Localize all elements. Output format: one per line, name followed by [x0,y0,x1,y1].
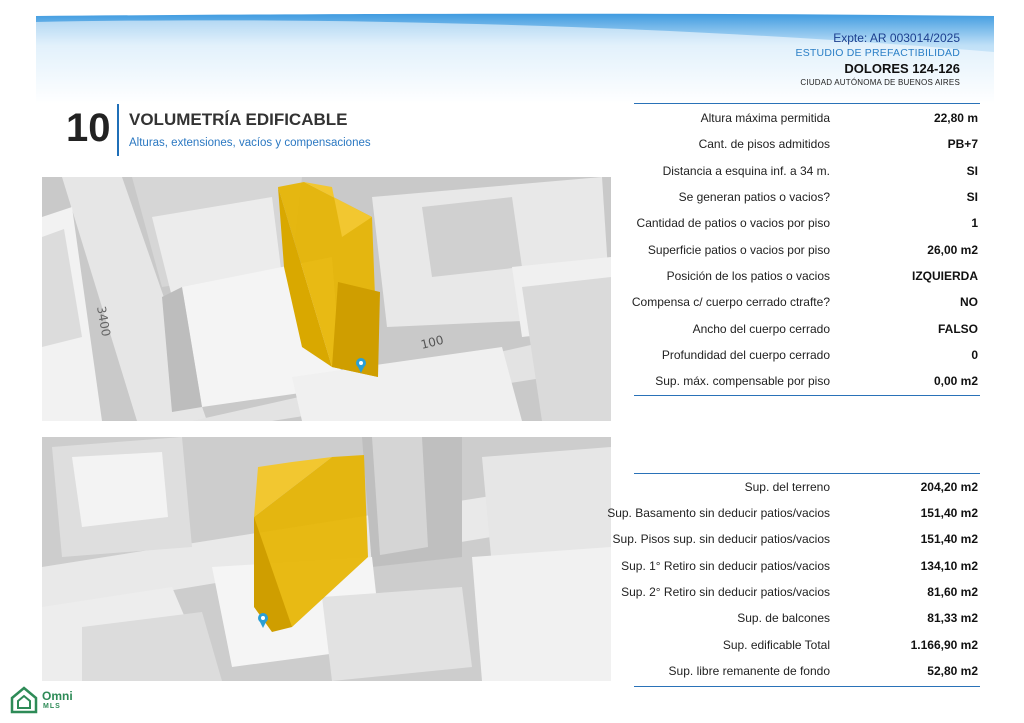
row-value: NO [960,295,978,309]
table-row: Cant. de pisos admitidos PB+7 [634,131,980,157]
table-row: Ancho del cuerpo cerrado FALSO [634,316,980,342]
row-label: Sup. de balcones [737,611,830,625]
row-value: 52,80 m2 [927,664,978,678]
row-value: 1.166,90 m2 [910,638,978,652]
table-row: Sup. 1° Retiro sin deducir patios/vacios… [621,553,980,579]
row-value: SI [966,164,978,178]
row-label: Distancia a esquina inf. a 34 m. [662,164,830,178]
row-value: 81,60 m2 [927,585,978,599]
table-row: Compensa c/ cuerpo cerrado ctrafte? NO [631,289,980,315]
row-label: Posición de los patios o vacios [666,269,830,283]
row-value: SI [966,190,978,204]
section-number: 10 [66,106,111,150]
study-type: ESTUDIO DE PREFACTIBILIDAD [795,47,960,60]
row-label: Sup. del terreno [744,480,830,494]
logo-subtext: MLS [43,703,61,710]
row-label: Sup. 2° Retiro sin deducir patios/vacios [621,585,830,599]
table-row: Sup. Pisos sup. sin deducir patios/vacio… [613,526,980,552]
table-row: Cantidad de patios o vacios por piso 1 [634,210,980,236]
row-value: 26,00 m2 [927,243,978,257]
row-label: Sup. libre remanente de fondo [668,664,830,678]
row-label: Cant. de pisos admitidos [698,137,830,151]
table-row: Superficie patios o vacios por piso 26,0… [634,237,980,263]
table-row: Posición de los patios o vacios IZQUIERD… [634,263,980,289]
table-row: Sup. edificable Total 1.166,90 m2 [634,632,980,658]
row-value: 151,40 m2 [920,532,978,546]
table-row: Distancia a esquina inf. a 34 m. SI [634,158,980,184]
surface-areas-table: Sup. del terreno 204,20 m2 Sup. Basament… [607,473,980,687]
table-row: Sup. del terreno 204,20 m2 [634,474,980,500]
row-label: Ancho del cuerpo cerrado [692,322,830,336]
row-label: Sup. 1° Retiro sin deducir patios/vacios [621,559,830,573]
city-name: CIUDAD AUTÓNOMA DE BUENOS AIRES [800,77,960,87]
table-row: Se generan patios o vacios? SI [634,184,980,210]
row-value: PB+7 [947,137,978,151]
row-label: Profundidad del cuerpo cerrado [661,348,830,362]
table-row: Sup. de balcones 81,33 m2 [634,605,980,631]
expediente-number: Expte: AR 003014/2025 [833,31,960,45]
row-value: 1 [971,216,978,230]
row-label: Sup. Pisos sup. sin deducir patios/vacio… [612,532,830,546]
height-parameters-table: Altura máxima permitida 22,80 m Cant. de… [631,103,980,396]
property-address: DOLORES 124-126 [844,61,960,77]
row-label: Altura máxima permitida [700,111,830,125]
row-label: Compensa c/ cuerpo cerrado ctrafte? [631,295,830,309]
table-row: Sup. libre remanente de fondo 52,80 m2 [634,658,980,684]
row-value: FALSO [937,322,978,336]
row-value: 0,00 m2 [933,374,978,388]
row-value: 134,10 m2 [920,559,978,573]
header-band: Expte: AR 003014/2025 ESTUDIO DE PREFACT… [36,12,994,104]
section-subtitle: Alturas, extensiones, vacíos y compensac… [129,137,371,149]
logo-word: Omni [42,689,73,703]
row-label: Se generan patios o vacios? [678,190,830,204]
section-divider [117,104,119,156]
row-label: Cantidad de patios o vacios por piso [636,216,830,230]
table-row: Sup. máx. compensable por piso 0,00 m2 [634,368,980,394]
table-row: Sup. 2° Retiro sin deducir patios/vacios… [621,579,980,605]
omni-mls-logo: Omni MLS [10,685,100,717]
volumetry-map-bottom [42,437,611,681]
table-row: Profundidad del cuerpo cerrado 0 [634,342,980,368]
header-text: Expte: AR 003014/2025 ESTUDIO DE PREFACT… [796,30,960,89]
row-value: 151,40 m2 [920,506,978,520]
house-logo-icon [10,686,38,714]
table-row: Altura máxima permitida 22,80 m [634,105,980,131]
row-value: IZQUIERDA [912,269,978,283]
row-label: Sup. máx. compensable por piso [655,374,830,388]
section-title: VOLUMETRÍA EDIFICABLE [129,110,348,129]
row-label: Sup. edificable Total [722,638,830,652]
volumetry-map-top: 3400 100 [42,177,611,421]
row-label: Sup. Basamento sin deducir patios/vacios [607,506,830,520]
row-value: 22,80 m [933,111,978,125]
table-row: Sup. Basamento sin deducir patios/vacios… [607,500,980,526]
row-value: 81,33 m2 [927,611,978,625]
row-value: 0 [971,348,978,362]
row-label: Superficie patios o vacios por piso [647,243,830,257]
row-value: 204,20 m2 [920,480,978,494]
